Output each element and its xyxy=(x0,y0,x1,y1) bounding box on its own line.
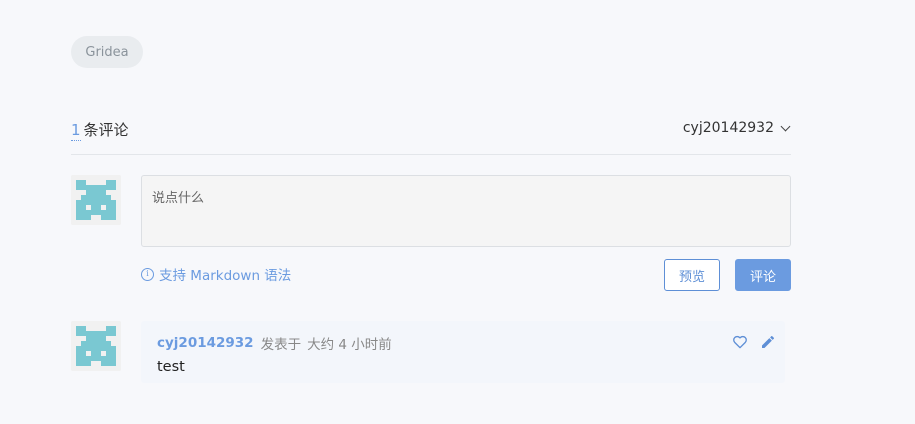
comment-item: cyj20142932 发表于 大约 4 小时前 test xyxy=(141,321,785,383)
identicon-icon xyxy=(71,321,121,371)
info-icon: i xyxy=(141,267,154,281)
heart-icon[interactable] xyxy=(732,334,748,350)
comment-input[interactable] xyxy=(141,175,791,247)
comment-body: test xyxy=(157,359,185,375)
user-menu-dropdown[interactable]: cyj20142932 xyxy=(682,120,791,136)
comment-count-label: 条评论 xyxy=(83,121,129,139)
comment-author[interactable]: cyj20142932 xyxy=(157,335,254,351)
avatar xyxy=(71,175,121,225)
comment-avatar xyxy=(71,321,121,371)
identicon-icon xyxy=(71,175,121,225)
markdown-help-label: 支持 Markdown 语法 xyxy=(159,268,292,284)
comment-count-number: 1 xyxy=(71,121,81,141)
comment-posted-label: 发表于 xyxy=(260,337,302,353)
chevron-down-icon xyxy=(780,121,791,131)
comment-timestamp: 大约 4 小时前 xyxy=(307,337,392,353)
submit-comment-button[interactable]: 评论 xyxy=(735,259,791,291)
comments-header: 1 条评论 cyj20142932 xyxy=(71,112,791,155)
preview-button[interactable]: 预览 xyxy=(664,259,720,291)
user-menu-name: cyj20142932 xyxy=(682,120,774,136)
markdown-help-link[interactable]: i 支持 Markdown 语法 xyxy=(141,264,291,284)
pencil-icon[interactable] xyxy=(760,334,776,350)
tag-gridea[interactable]: Gridea xyxy=(71,36,143,68)
comment-count: 1 条评论 xyxy=(71,119,129,141)
comment-meta: cyj20142932 发表于 大约 4 小时前 xyxy=(157,333,392,353)
